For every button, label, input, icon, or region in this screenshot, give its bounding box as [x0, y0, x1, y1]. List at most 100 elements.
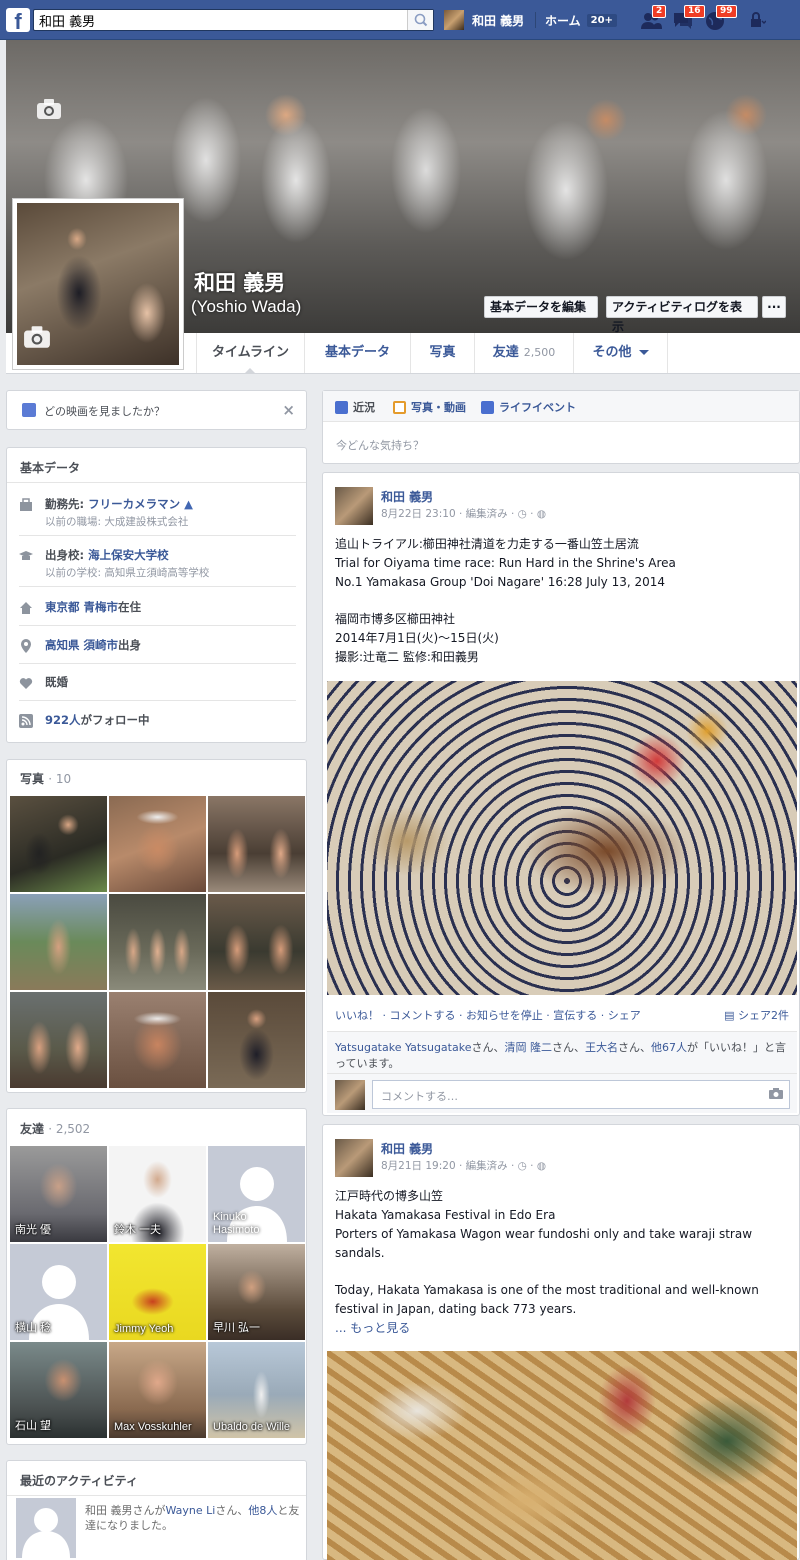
post-line: festival in Japan, dating back 773 years…	[335, 1302, 577, 1316]
activity-text-part: 和田 義男さんが	[85, 1504, 166, 1517]
more-options-button[interactable]: ···	[762, 296, 786, 318]
tab-photos[interactable]: 写真	[410, 333, 474, 373]
friend-tile[interactable]: 石山 望	[10, 1342, 107, 1438]
flag-icon	[481, 400, 494, 414]
composer-tab-status[interactable]: 近況	[335, 399, 375, 415]
tab-timeline[interactable]: タイムライン	[196, 333, 304, 373]
about-work-previous: 以前の職場: 大成建設株式会社	[45, 516, 189, 528]
post-line	[335, 1263, 795, 1281]
photo-grid	[10, 796, 305, 1088]
home-count-badge: 20+	[586, 14, 617, 27]
facebook-logo[interactable]: f	[6, 8, 30, 32]
post-line: Today, Hakata Yamakasa is one of the mos…	[335, 1283, 759, 1297]
search-input[interactable]	[34, 10, 404, 30]
friend-tile[interactable]: 南光 優	[10, 1146, 107, 1242]
home-link[interactable]: ホーム 20+	[545, 12, 617, 29]
photo-thumbnail[interactable]	[10, 894, 107, 990]
notifications-jewel[interactable]: 99	[704, 5, 737, 33]
photos-title[interactable]: 写真	[20, 772, 44, 786]
friend-tile[interactable]: 早川 弘一	[208, 1244, 305, 1340]
photo-thumbnail[interactable]	[208, 894, 305, 990]
about-lives-link[interactable]: 東京都 青梅市	[45, 600, 118, 614]
liker-link[interactable]: 王大名	[585, 1041, 618, 1054]
avatar[interactable]	[335, 1139, 373, 1177]
tab-label: 基本データ	[324, 345, 390, 360]
close-icon[interactable]: ×	[282, 401, 295, 419]
tab-friends[interactable]: 友達 2,500	[474, 333, 573, 373]
tab-label: 友達	[492, 345, 519, 360]
composer-tab-photo[interactable]: 写真・動画	[393, 399, 466, 415]
comment-input[interactable]: コメントする…	[372, 1080, 790, 1109]
friend-name: Ubaldo de Wille	[213, 1421, 291, 1433]
friend-tile[interactable]: Kinuko Hasimoto	[208, 1146, 305, 1242]
top-bar: f 和田 義男 ホーム 20+ 2 16 99	[0, 0, 800, 40]
friend-tile[interactable]: Ubaldo de Wille	[208, 1342, 305, 1438]
profile-picture[interactable]	[12, 198, 184, 370]
liker-link[interactable]: Yatsugatake Yatsugatake	[335, 1041, 471, 1054]
composer-tab-life-event[interactable]: ライフイベント	[481, 399, 576, 415]
photo-thumbnail[interactable]	[208, 992, 305, 1088]
share-count-label: シェア2件	[738, 1009, 789, 1022]
tab-more[interactable]: その他	[573, 333, 668, 373]
camera-icon	[24, 326, 50, 348]
avatar[interactable]	[335, 487, 373, 525]
avatar[interactable]	[16, 1498, 76, 1558]
likes-sep: さん、	[551, 1041, 585, 1054]
friend-requests-jewel[interactable]: 2	[640, 5, 667, 33]
activity-friend-link[interactable]: Wayne Li	[166, 1504, 216, 1517]
friend-tile[interactable]: 横山 稔	[10, 1244, 107, 1340]
pencil-icon	[335, 400, 348, 414]
edit-profile-button[interactable]: 基本データを編集	[484, 296, 598, 318]
photo-thumbnail[interactable]	[208, 796, 305, 892]
friend-name: 南光 優	[15, 1224, 52, 1236]
timeline-post: 和田 義男 8月22日 23:10 · 編集済み · ◷ · ◍ 追山トライアル…	[322, 472, 800, 1116]
photo-thumbnail[interactable]	[10, 796, 107, 892]
photo-thumbnail[interactable]	[109, 796, 206, 892]
profile-name[interactable]: 和田 義男	[194, 267, 285, 297]
messages-jewel[interactable]: 16	[672, 5, 705, 33]
movie-prompt[interactable]: どの映画を見ましたか？ ×	[6, 390, 307, 430]
search-button[interactable]	[407, 10, 433, 30]
post-photo[interactable]	[327, 1351, 797, 1560]
photo-icon	[393, 400, 406, 414]
top-user-link[interactable]: 和田 義男	[444, 10, 524, 30]
about-title[interactable]: 基本データ	[20, 459, 80, 476]
about-followers-link[interactable]: 922人	[45, 713, 81, 727]
about-item-lives: 東京都 青梅市在住	[19, 599, 296, 626]
share-count[interactable]: ▤ シェア2件	[724, 1007, 789, 1023]
friend-name: 鈴木 一夫	[114, 1224, 162, 1236]
friend-tile[interactable]: 鈴木 一夫	[109, 1146, 206, 1242]
view-activity-log-button[interactable]: アクティビティログを表示	[606, 296, 758, 334]
about-education-link[interactable]: 海上保安大学校	[88, 548, 169, 562]
divider	[7, 482, 306, 483]
see-more-link[interactable]: ... もっと見る	[335, 1319, 795, 1338]
post-author[interactable]: 和田 義男	[381, 488, 433, 505]
more-likers-link[interactable]: 他67人	[651, 1041, 687, 1054]
post-author[interactable]: 和田 義男	[381, 1140, 433, 1157]
post-timestamp[interactable]: 8月22日 23:10 · 編集済み · ◷ · ◍	[381, 506, 546, 521]
composer-tabs: 近況 写真・動画 ライフイベント	[323, 391, 799, 422]
friend-tile[interactable]: Max Vosskuhler	[109, 1342, 206, 1438]
liker-link[interactable]: 清岡 隆二	[504, 1041, 552, 1054]
photo-thumbnail[interactable]	[109, 992, 206, 1088]
top-user-avatar	[444, 10, 464, 30]
divider	[7, 1495, 306, 1496]
post-timestamp[interactable]: 8月21日 19:20 · 編集済み · ◷ · ◍	[381, 1158, 546, 1173]
friend-tile[interactable]: Jimmy Yeoh	[109, 1244, 206, 1340]
messages-badge: 16	[684, 5, 705, 18]
about-work-link[interactable]: フリーカメラマン	[88, 497, 180, 511]
activity-others-link[interactable]: 他8人	[248, 1504, 277, 1517]
about-from-link[interactable]: 高知県 須崎市	[45, 638, 118, 652]
friends-title[interactable]: 友達	[20, 1122, 44, 1136]
friend-name: Kinuko Hasimoto	[213, 1211, 260, 1236]
lock-icon	[751, 12, 767, 27]
composer-input[interactable]: 今どんな気持ち？	[336, 437, 424, 453]
privacy-shortcuts[interactable]	[748, 12, 767, 28]
photo-thumbnail[interactable]	[10, 992, 107, 1088]
about-item-from: 高知県 須崎市出身	[19, 637, 296, 664]
tab-about[interactable]: 基本データ	[304, 333, 410, 373]
notifications-badge: 99	[716, 5, 737, 18]
post-photo[interactable]	[327, 681, 797, 995]
photo-thumbnail[interactable]	[109, 894, 206, 990]
post-text: 江戸時代の博多山笠 Hakata Yamakasa Festival in Ed…	[335, 1187, 795, 1338]
